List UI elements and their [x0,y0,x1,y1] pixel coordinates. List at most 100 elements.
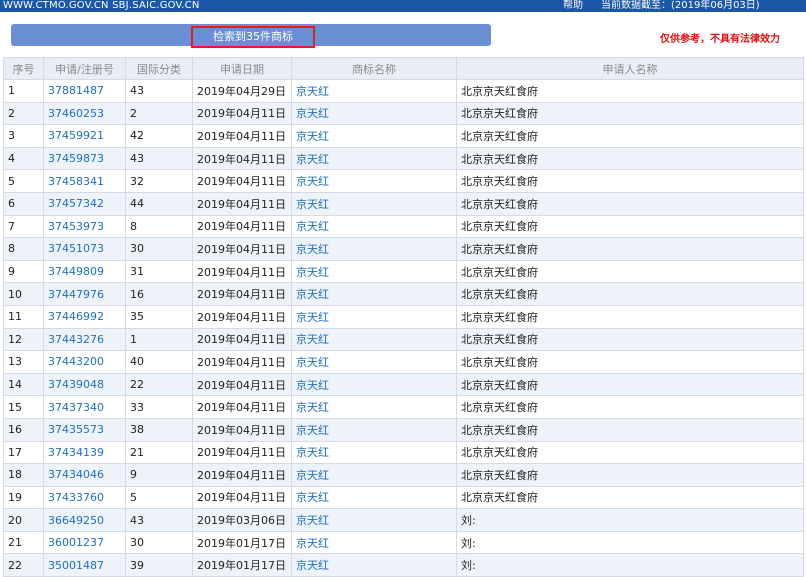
cell-class: 8 [125,214,193,239]
cell-reg-number[interactable]: 36001237 [43,530,126,555]
cell-date: 2019年04月11日 [192,350,292,374]
help-link[interactable]: 帮助 [563,0,583,12]
table-row: 14 37439048 22 2019年04月11日 京天红 北京京天红食府 [3,372,804,397]
cell-reg-number[interactable]: 37443200 [43,350,126,374]
cell-trademark-name[interactable]: 京天红 [291,191,457,216]
cell-applicant: 北京京天红食府 [456,350,804,374]
cell-index: 15 [3,395,44,419]
cell-applicant: 北京京天红食府 [456,259,804,284]
cell-trademark-name[interactable]: 京天红 [291,417,457,442]
cell-reg-number[interactable]: 37881487 [43,79,126,103]
cell-trademark-name[interactable]: 京天红 [291,485,457,510]
cell-reg-number[interactable]: 37435573 [43,417,126,442]
cell-reg-number[interactable]: 37449809 [43,259,126,284]
col-header-index: 序号 [3,57,44,80]
cell-trademark-name[interactable]: 京天红 [291,463,457,487]
cell-applicant: 北京京天红食府 [456,169,804,193]
cell-date: 2019年04月11日 [192,440,292,465]
cell-date: 2019年04月29日 [192,79,292,103]
table-row: 6 37457342 44 2019年04月11日 京天红 北京京天红食府 [3,191,804,216]
cell-trademark-name[interactable]: 京天红 [291,214,457,239]
cell-index: 10 [3,282,44,306]
cell-trademark-name[interactable]: 京天红 [291,530,457,555]
cell-reg-number[interactable]: 37457342 [43,191,126,216]
col-header-applicant: 申请人名称 [456,57,804,80]
cell-trademark-name[interactable]: 京天红 [291,350,457,374]
cell-class: 44 [125,191,193,216]
cell-applicant: 北京京天红食府 [456,79,804,103]
cell-reg-number[interactable]: 37439048 [43,372,126,397]
cell-reg-number[interactable]: 37459921 [43,124,126,148]
cell-reg-number[interactable]: 37433760 [43,485,126,510]
cell-trademark-name[interactable]: 京天红 [291,553,457,577]
cell-class: 21 [125,440,193,465]
cell-date: 2019年04月11日 [192,282,292,306]
cell-applicant: 北京京天红食府 [456,327,804,352]
cell-reg-number[interactable]: 37458341 [43,169,126,193]
cell-reg-number[interactable]: 37434139 [43,440,126,465]
cell-reg-number[interactable]: 37446992 [43,304,126,329]
table-row: 11 37446992 35 2019年04月11日 京天红 北京京天红食府 [3,304,804,329]
cell-reg-number[interactable]: 37460253 [43,101,126,126]
cell-class: 9 [125,463,193,487]
cell-index: 11 [3,304,44,329]
cell-trademark-name[interactable]: 京天红 [291,395,457,419]
cell-class: 1 [125,327,193,352]
cell-trademark-name[interactable]: 京天红 [291,440,457,465]
cell-index: 21 [3,530,44,555]
cell-reg-number[interactable]: 37443276 [43,327,126,352]
cell-reg-number[interactable]: 37447976 [43,282,126,306]
table-row: 10 37447976 16 2019年04月11日 京天红 北京京天红食府 [3,282,804,306]
cell-date: 2019年04月11日 [192,214,292,239]
cell-trademark-name[interactable]: 京天红 [291,508,457,532]
cell-reg-number[interactable]: 36649250 [43,508,126,532]
cell-class: 43 [125,508,193,532]
cell-applicant: 北京京天红食府 [456,485,804,510]
cell-applicant: 北京京天红食府 [456,463,804,487]
cell-index: 12 [3,327,44,352]
cell-index: 2 [3,101,44,126]
cell-reg-number[interactable]: 37451073 [43,237,126,261]
cell-index: 1 [3,79,44,103]
table-row: 1 37881487 43 2019年04月29日 京天红 北京京天红食府 [3,79,804,103]
cell-trademark-name[interactable]: 京天红 [291,124,457,148]
cell-date: 2019年04月11日 [192,169,292,193]
cell-class: 43 [125,79,193,103]
legal-disclaimer: 仅供参考，不具有法律效力 [660,34,780,45]
cell-index: 14 [3,372,44,397]
cell-trademark-name[interactable]: 京天红 [291,282,457,306]
cell-trademark-name[interactable]: 京天红 [291,259,457,284]
cell-reg-number[interactable]: 37434046 [43,463,126,487]
cell-index: 16 [3,417,44,442]
cell-class: 31 [125,259,193,284]
cell-date: 2019年04月11日 [192,327,292,352]
cell-trademark-name[interactable]: 京天红 [291,79,457,103]
cell-applicant: 北京京天红食府 [456,304,804,329]
cell-class: 2 [125,101,193,126]
cell-trademark-name[interactable]: 京天红 [291,169,457,193]
cell-date: 2019年03月06日 [192,508,292,532]
table-row: 4 37459873 43 2019年04月11日 京天红 北京京天红食府 [3,146,804,171]
cell-trademark-name[interactable]: 京天红 [291,327,457,352]
cell-index: 3 [3,124,44,148]
cell-trademark-name[interactable]: 京天红 [291,146,457,171]
cell-reg-number[interactable]: 35001487 [43,553,126,577]
cell-reg-number[interactable]: 37453973 [43,214,126,239]
cell-index: 6 [3,191,44,216]
cell-applicant: 北京京天红食府 [456,395,804,419]
cell-class: 22 [125,372,193,397]
cell-reg-number[interactable]: 37437340 [43,395,126,419]
cell-trademark-name[interactable]: 京天红 [291,237,457,261]
cell-trademark-name[interactable]: 京天红 [291,372,457,397]
cell-applicant: 北京京天红食府 [456,214,804,239]
cell-index: 19 [3,485,44,510]
cell-applicant: 北京京天红食府 [456,124,804,148]
table-row: 7 37453973 8 2019年04月11日 京天红 北京京天红食府 [3,214,804,239]
table-row: 20 36649250 43 2019年03月06日 京天红 刘: [3,508,804,532]
table-row: 5 37458341 32 2019年04月11日 京天红 北京京天红食府 [3,169,804,193]
cell-trademark-name[interactable]: 京天红 [291,101,457,126]
cell-index: 4 [3,146,44,171]
cell-trademark-name[interactable]: 京天红 [291,304,457,329]
cell-reg-number[interactable]: 37459873 [43,146,126,171]
table-row: 17 37434139 21 2019年04月11日 京天红 北京京天红食府 [3,440,804,465]
